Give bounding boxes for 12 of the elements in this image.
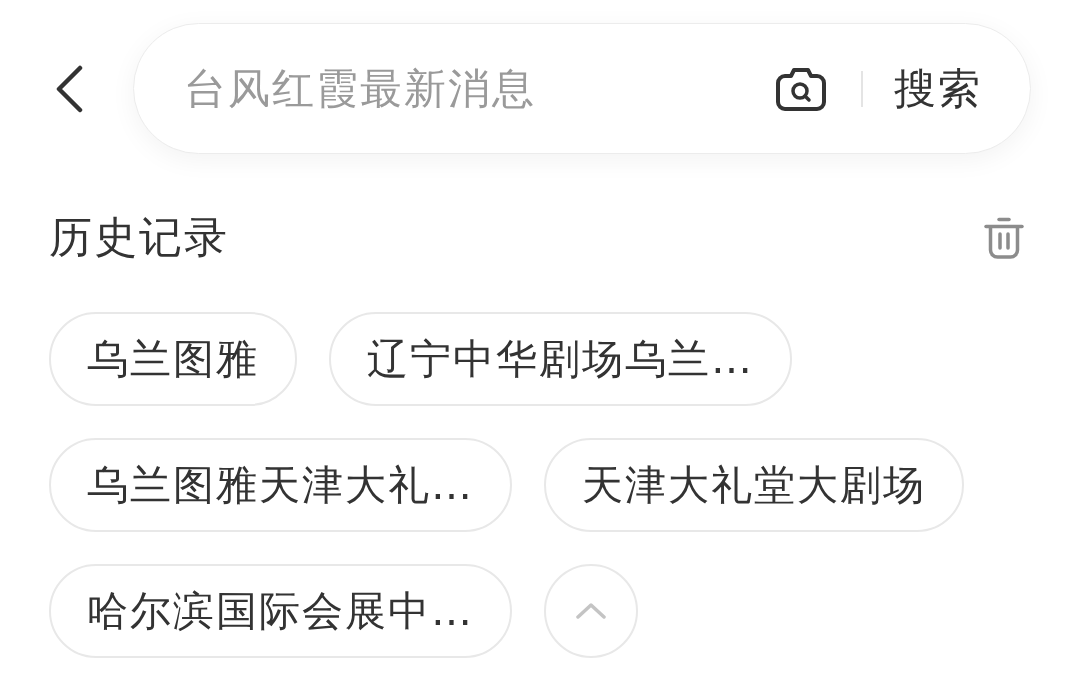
search-field[interactable]: 台风红霞最新消息 搜索: [133, 23, 1031, 154]
history-chip[interactable]: 乌兰图雅: [49, 312, 297, 406]
history-chip[interactable]: 乌兰图雅天津大礼…: [49, 438, 512, 532]
search-button[interactable]: 搜索: [894, 60, 982, 117]
trash-icon[interactable]: [984, 217, 1024, 259]
history-chip[interactable]: 辽宁中华剧场乌兰…: [329, 312, 792, 406]
back-button[interactable]: [55, 64, 83, 113]
camera-icon[interactable]: [776, 66, 826, 111]
history-chip[interactable]: 哈尔滨国际会展中…: [49, 564, 512, 658]
back-icon: [55, 64, 83, 113]
history-title: 历史记录: [49, 211, 229, 264]
history-chip[interactable]: 天津大礼堂大剧场: [544, 438, 964, 532]
